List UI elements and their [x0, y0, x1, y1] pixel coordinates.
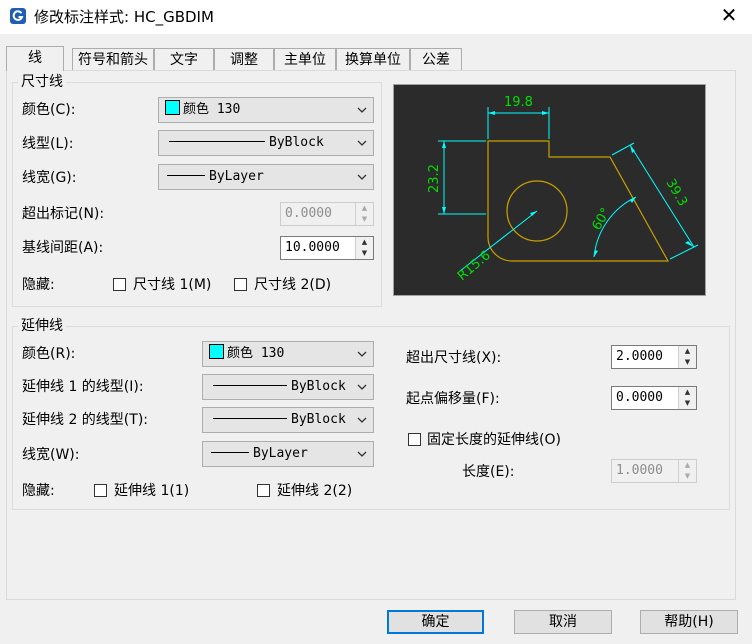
- chevron-down-icon: [357, 107, 367, 113]
- dim-lineweight-value: ByLayer: [209, 169, 264, 184]
- spin-down-icon[interactable]: ▼: [356, 214, 373, 225]
- ok-button[interactable]: 确定: [387, 610, 484, 634]
- ext-lineweight-select[interactable]: ByLayer: [202, 441, 374, 467]
- chevron-down-icon: [357, 140, 367, 146]
- ext-fixed-checkbox[interactable]: [408, 433, 421, 446]
- ext-beyond-spinner[interactable]: 2.0000 ▲ ▼: [611, 345, 697, 369]
- chevron-down-icon: [357, 174, 367, 180]
- tab-lines[interactable]: 线: [6, 46, 64, 71]
- ext-lineweight-label: 线宽(W):: [22, 447, 80, 463]
- dim-suppress2-checkbox[interactable]: [234, 278, 247, 291]
- ext-color-select[interactable]: 颜色 130: [202, 341, 374, 367]
- close-icon[interactable]: ✕: [718, 4, 740, 26]
- ext-linetype2-value: ByBlock: [291, 412, 346, 427]
- dim-extend-spinner[interactable]: 0.0000 ▲ ▼: [280, 202, 374, 226]
- linetype-sample: [213, 418, 287, 419]
- ext-linetype2-label: 延伸线 2 的线型(T):: [22, 412, 148, 428]
- ext-offset-value: 0.0000: [616, 390, 663, 405]
- spin-down-icon[interactable]: ▼: [679, 357, 696, 368]
- tab-tolerances[interactable]: 公差: [410, 48, 462, 70]
- linetype-sample: [169, 141, 265, 142]
- dim-left-text: 23.2: [427, 164, 442, 193]
- dim-lineweight-label: 线宽(G):: [22, 170, 77, 186]
- tab-strip: 线 符号和箭头 文字 调整 主单位 换算单位 公差: [6, 46, 476, 71]
- ext-length-spinner[interactable]: 1.0000 ▲ ▼: [611, 459, 697, 483]
- dim-lineweight-select[interactable]: ByLayer: [158, 164, 374, 190]
- dim-top-text: 19.8: [504, 95, 533, 110]
- color-swatch: [209, 344, 224, 359]
- dim-color-label: 颜色(C):: [22, 102, 76, 118]
- chevron-down-icon: [357, 384, 367, 390]
- dim-color-value: 颜色 130: [183, 102, 241, 117]
- ext-offset-label: 起点偏移量(F):: [406, 391, 500, 407]
- tab-text[interactable]: 文字: [154, 48, 214, 70]
- ext-suppress-label: 隐藏:: [22, 483, 55, 499]
- ext-suppress2-label: 延伸线 2(2): [277, 483, 353, 499]
- dim-color-select[interactable]: 颜色 130: [158, 97, 374, 123]
- ext-line-group-title: 延伸线: [18, 318, 66, 334]
- dim-suppress-label: 隐藏:: [22, 277, 55, 293]
- linetype-sample: [213, 385, 287, 386]
- dim-line-group-title: 尺寸线: [18, 74, 66, 90]
- lineweight-sample: [211, 452, 249, 453]
- ext-fixed-label: 固定长度的延伸线(O): [427, 432, 561, 448]
- chevron-down-icon: [357, 417, 367, 423]
- tab-alternate-units[interactable]: 换算单位: [336, 48, 410, 70]
- dim-extend-label: 超出标记(N):: [22, 206, 105, 222]
- ext-lineweight-value: ByLayer: [253, 446, 308, 461]
- ext-length-value: 1.0000: [616, 463, 663, 478]
- ext-linetype2-select[interactable]: ByBlock: [202, 407, 374, 433]
- dim-baseline-spinner[interactable]: 10.0000 ▲ ▼: [280, 236, 374, 260]
- ext-suppress2-checkbox[interactable]: [257, 484, 270, 497]
- ext-linetype1-value: ByBlock: [291, 379, 346, 394]
- dim-suppress1-label: 尺寸线 1(M): [133, 277, 212, 293]
- ext-color-value: 颜色 130: [227, 346, 285, 361]
- lineweight-sample: [167, 175, 205, 176]
- dim-baseline-label: 基线间距(A):: [22, 240, 104, 256]
- ext-linetype1-label: 延伸线 1 的线型(I):: [22, 379, 144, 395]
- tab-primary-units[interactable]: 主单位: [274, 48, 336, 70]
- spin-down-icon[interactable]: ▼: [679, 471, 696, 482]
- ext-linetype1-select[interactable]: ByBlock: [202, 374, 374, 400]
- ext-length-label: 长度(E):: [462, 464, 515, 480]
- ext-suppress1-checkbox[interactable]: [94, 484, 107, 497]
- dim-linetype-label: 线型(L):: [22, 136, 74, 152]
- tab-symbols-arrows[interactable]: 符号和箭头: [72, 48, 154, 70]
- dim-suppress1-checkbox[interactable]: [113, 278, 126, 291]
- spin-down-icon[interactable]: ▼: [356, 248, 373, 259]
- cancel-button[interactable]: 取消: [514, 610, 612, 634]
- dim-extend-value: 0.0000: [285, 206, 332, 221]
- chevron-down-icon: [357, 351, 367, 357]
- dim-linetype-value: ByBlock: [269, 135, 324, 150]
- ext-color-label: 颜色(R):: [22, 346, 76, 362]
- help-button[interactable]: 帮助(H): [640, 610, 738, 634]
- dim-suppress2-label: 尺寸线 2(D): [254, 277, 332, 293]
- tab-fit[interactable]: 调整: [214, 48, 274, 70]
- spin-down-icon[interactable]: ▼: [679, 398, 696, 409]
- color-swatch: [165, 100, 180, 115]
- chevron-down-icon: [357, 451, 367, 457]
- window-title: 修改标注样式: HC_GBDIM: [34, 8, 214, 26]
- ext-suppress1-label: 延伸线 1(1): [114, 483, 190, 499]
- dimension-preview-drawing: 19.8 23.2 39.3 60° R15.6: [394, 85, 705, 295]
- preview-pane: 19.8 23.2 39.3 60° R15.6: [393, 84, 706, 296]
- ext-offset-spinner[interactable]: 0.0000 ▲ ▼: [611, 386, 697, 410]
- dim-baseline-value: 10.0000: [285, 240, 340, 255]
- app-logo-icon: [10, 8, 26, 24]
- dim-linetype-select[interactable]: ByBlock: [158, 130, 374, 156]
- ext-beyond-value: 2.0000: [616, 349, 663, 364]
- ext-beyond-label: 超出尺寸线(X):: [406, 350, 502, 366]
